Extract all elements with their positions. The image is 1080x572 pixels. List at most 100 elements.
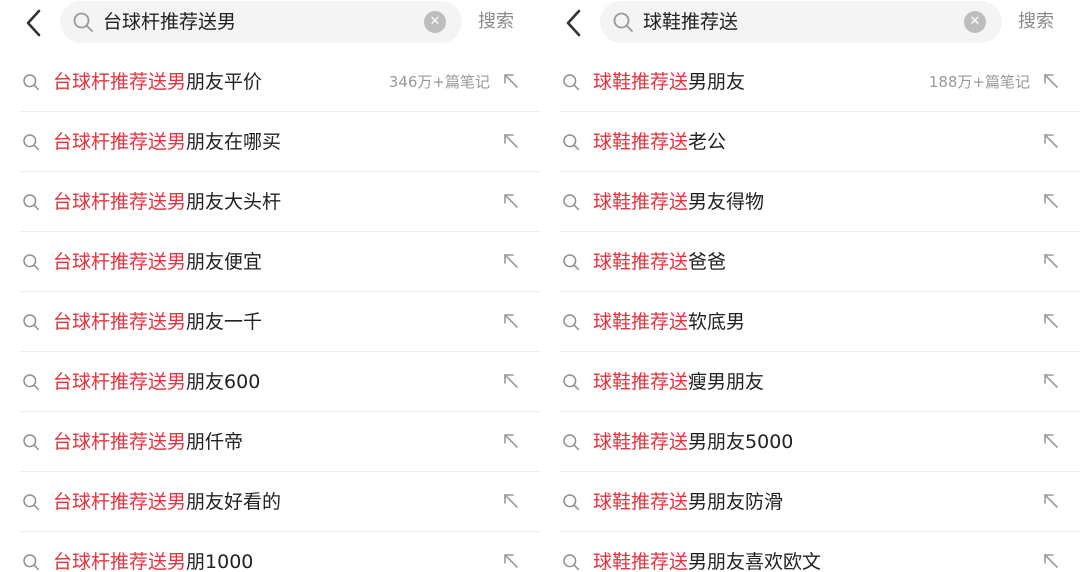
arrow-up-left-icon[interactable] xyxy=(501,431,521,451)
suggestion-text: 台球杆推荐送男朋1000 xyxy=(53,532,253,572)
search-icon xyxy=(613,12,633,32)
suggestion-rest: 朋友便宜 xyxy=(186,251,263,273)
suggestion-item[interactable]: 球鞋推荐送男朋友 188万+篇笔记 xyxy=(540,52,1080,112)
suggestion-text: 球鞋推荐送男朋友防滑 xyxy=(593,472,783,532)
suggestion-item[interactable]: 球鞋推荐送男友得物 xyxy=(540,172,1080,232)
arrow-up-left-icon[interactable] xyxy=(1041,311,1061,331)
right-search-panel: ✕ 搜索 球鞋推荐送男朋友 188万+篇笔记 球鞋推荐送老公 xyxy=(540,0,1080,572)
suggestion-text: 球鞋推荐送男朋友喜欢欧文 xyxy=(593,532,821,572)
suggestion-item[interactable]: 台球杆推荐送男朋友在哪买 xyxy=(0,112,540,172)
suggestion-match: 台球杆推荐送男 xyxy=(53,71,187,93)
left-search-panel: ✕ 搜索 台球杆推荐送男朋友平价 346万+篇笔记 台球杆推荐送男朋友在哪买 xyxy=(0,0,540,572)
arrow-up-left-icon[interactable] xyxy=(1041,251,1061,271)
suggestion-match: 台球杆推荐送男 xyxy=(53,371,187,393)
chevron-left-icon[interactable] xyxy=(562,8,586,38)
search-icon xyxy=(563,494,580,511)
suggestion-rest: 朋友一千 xyxy=(186,311,263,333)
suggestion-item[interactable]: 球鞋推荐送老公 xyxy=(540,112,1080,172)
suggestion-rest: 朋仟帝 xyxy=(186,431,244,453)
suggestion-rest: 软底男 xyxy=(688,311,746,333)
suggestion-match: 球鞋推荐送 xyxy=(593,431,689,453)
suggestion-match: 球鞋推荐送 xyxy=(593,551,689,572)
search-icon xyxy=(73,12,93,32)
suggestion-match: 台球杆推荐送男 xyxy=(53,551,187,572)
search-icon xyxy=(23,554,40,571)
suggestion-match: 球鞋推荐送 xyxy=(593,191,689,213)
chevron-left-icon[interactable] xyxy=(22,8,46,38)
suggestion-match: 台球杆推荐送男 xyxy=(53,191,187,213)
search-icon xyxy=(23,194,40,211)
suggestion-item[interactable]: 台球杆推荐送男朋友一千 xyxy=(0,292,540,352)
arrow-up-left-icon[interactable] xyxy=(501,311,521,331)
clear-icon[interactable]: ✕ xyxy=(964,11,986,33)
suggestion-item[interactable]: 球鞋推荐送男朋友喜欢欧文 xyxy=(540,532,1080,572)
search-top-bar: ✕ 搜索 xyxy=(0,0,540,46)
suggestion-text: 球鞋推荐送男友得物 xyxy=(593,172,764,232)
arrow-up-left-icon[interactable] xyxy=(1041,491,1061,511)
suggestion-rest: 老公 xyxy=(688,131,727,153)
search-button[interactable]: 搜索 xyxy=(478,0,514,44)
suggestion-item[interactable]: 台球杆推荐送男朋仟帝 xyxy=(0,412,540,472)
search-icon xyxy=(563,74,580,91)
suggestion-item[interactable]: 球鞋推荐送爸爸 xyxy=(540,232,1080,292)
search-input[interactable] xyxy=(103,1,403,43)
arrow-up-left-icon[interactable] xyxy=(1041,71,1061,91)
clear-icon[interactable]: ✕ xyxy=(424,11,446,33)
suggestion-text: 台球杆推荐送男朋友大头杆 xyxy=(53,172,281,232)
search-box[interactable]: ✕ xyxy=(600,1,1002,43)
search-icon xyxy=(23,254,40,271)
suggestion-list: 台球杆推荐送男朋友平价 346万+篇笔记 台球杆推荐送男朋友在哪买 台球杆推荐送… xyxy=(0,52,540,572)
suggestion-item[interactable]: 台球杆推荐送男朋友便宜 xyxy=(0,232,540,292)
clear-symbol: ✕ xyxy=(969,14,981,29)
suggestion-item[interactable]: 台球杆推荐送男朋友600 xyxy=(0,352,540,412)
suggestion-text: 台球杆推荐送男朋友在哪买 xyxy=(53,112,281,172)
arrow-up-left-icon[interactable] xyxy=(1041,131,1061,151)
suggestion-item[interactable]: 球鞋推荐送男朋友防滑 xyxy=(540,472,1080,532)
search-icon xyxy=(563,374,580,391)
search-box[interactable]: ✕ xyxy=(60,1,462,43)
suggestion-item[interactable]: 球鞋推荐送男朋友5000 xyxy=(540,412,1080,472)
arrow-up-left-icon[interactable] xyxy=(1041,191,1061,211)
arrow-up-left-icon[interactable] xyxy=(501,71,521,91)
arrow-up-left-icon[interactable] xyxy=(1041,371,1061,391)
suggestion-rest: 男朋友 xyxy=(688,71,746,93)
arrow-up-left-icon[interactable] xyxy=(501,371,521,391)
suggestion-rest: 朋友在哪买 xyxy=(186,131,282,153)
suggestion-text: 台球杆推荐送男朋友好看的 xyxy=(53,472,281,532)
suggestion-match: 台球杆推荐送男 xyxy=(53,311,187,333)
suggestion-item[interactable]: 台球杆推荐送男朋1000 xyxy=(0,532,540,572)
suggestion-item[interactable]: 台球杆推荐送男朋友平价 346万+篇笔记 xyxy=(0,52,540,112)
suggestion-text: 台球杆推荐送男朋仟帝 xyxy=(53,412,243,472)
search-input[interactable] xyxy=(643,1,943,43)
arrow-up-left-icon[interactable] xyxy=(1041,551,1061,571)
suggestion-match: 球鞋推荐送 xyxy=(593,311,689,333)
suggestion-item[interactable]: 台球杆推荐送男朋友大头杆 xyxy=(0,172,540,232)
suggestion-rest: 男朋友5000 xyxy=(688,431,794,453)
arrow-up-left-icon[interactable] xyxy=(501,251,521,271)
suggestion-text: 台球杆推荐送男朋友便宜 xyxy=(53,232,262,292)
note-count: 346万+篇笔记 xyxy=(388,73,490,91)
search-icon xyxy=(563,314,580,331)
suggestion-match: 球鞋推荐送 xyxy=(593,251,689,273)
search-icon xyxy=(23,134,40,151)
arrow-up-left-icon[interactable] xyxy=(501,551,521,571)
arrow-up-left-icon[interactable] xyxy=(501,191,521,211)
suggestion-item[interactable]: 球鞋推荐送瘦男朋友 xyxy=(540,352,1080,412)
suggestion-rest: 朋友平价 xyxy=(186,71,263,93)
search-top-bar: ✕ 搜索 xyxy=(540,0,1080,46)
suggestion-rest: 朋友好看的 xyxy=(186,491,282,513)
arrow-up-left-icon[interactable] xyxy=(1041,431,1061,451)
search-icon xyxy=(563,134,580,151)
suggestion-match: 台球杆推荐送男 xyxy=(53,491,187,513)
search-icon xyxy=(563,554,580,571)
arrow-up-left-icon[interactable] xyxy=(501,131,521,151)
suggestion-text: 台球杆推荐送男朋友600 xyxy=(53,352,260,412)
suggestion-rest: 男朋友喜欢欧文 xyxy=(688,551,822,572)
suggestion-item[interactable]: 台球杆推荐送男朋友好看的 xyxy=(0,472,540,532)
arrow-up-left-icon[interactable] xyxy=(501,491,521,511)
search-icon xyxy=(23,314,40,331)
search-button[interactable]: 搜索 xyxy=(1018,0,1054,44)
suggestion-item[interactable]: 球鞋推荐送软底男 xyxy=(540,292,1080,352)
suggestion-rest: 爸爸 xyxy=(688,251,727,273)
suggestion-text: 球鞋推荐送老公 xyxy=(593,112,726,172)
